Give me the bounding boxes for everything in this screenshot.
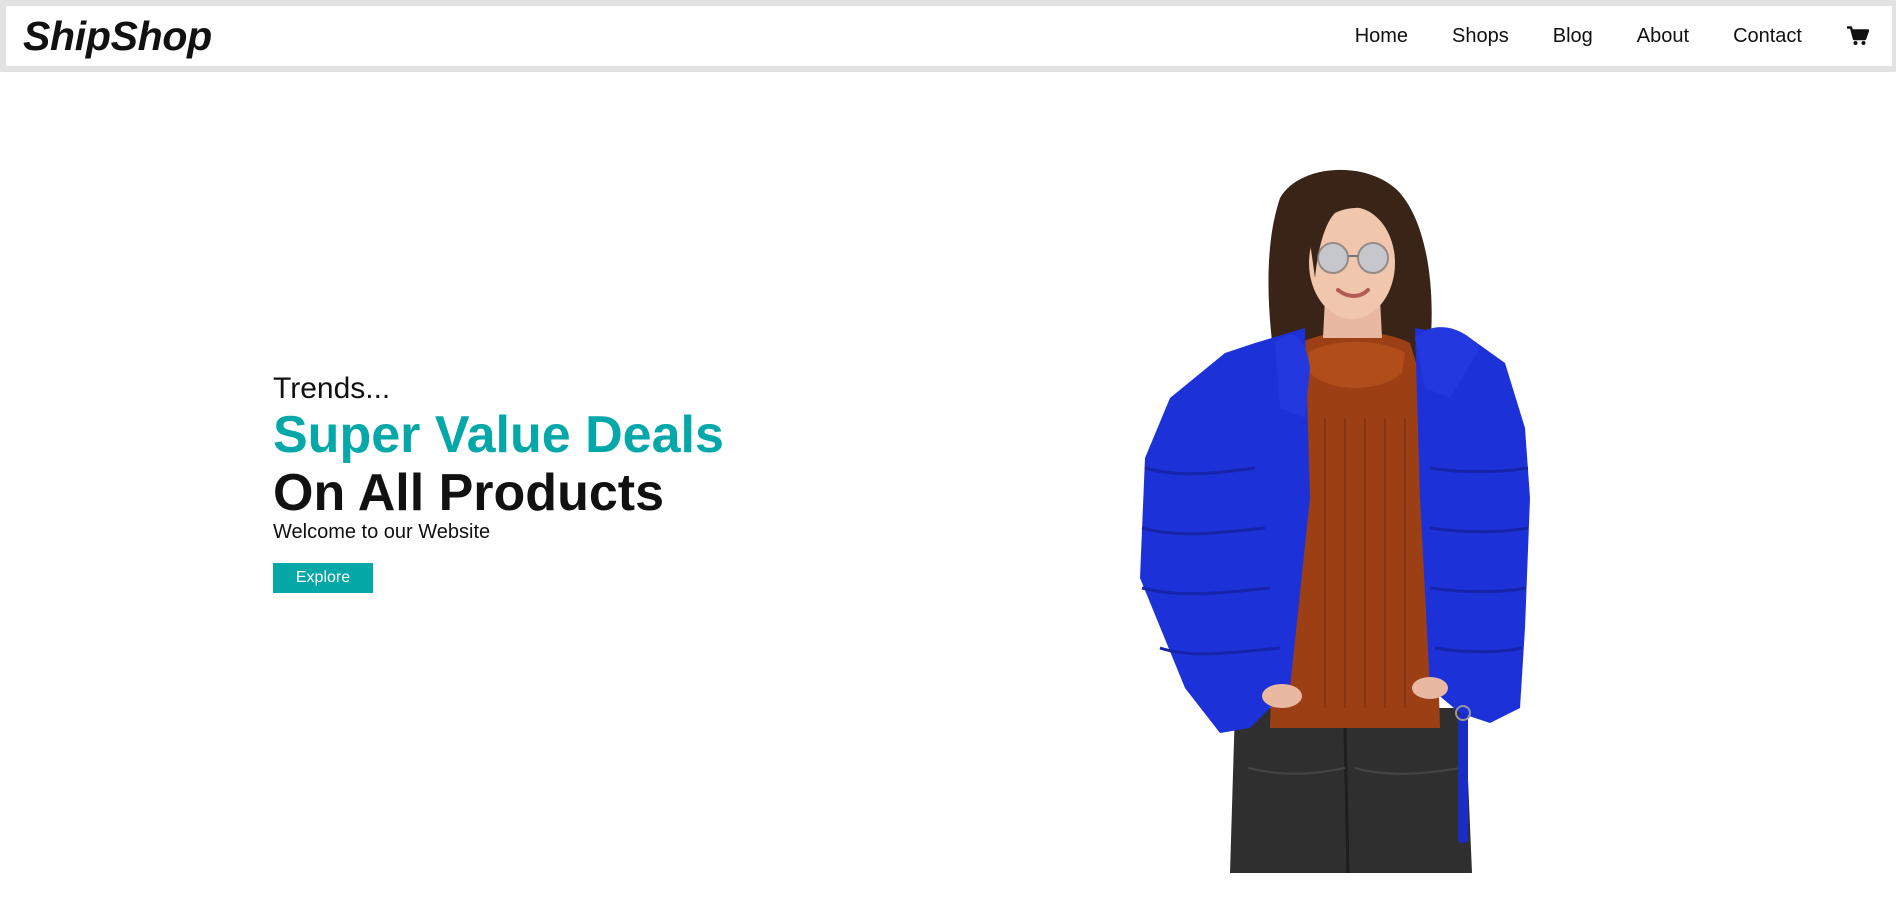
main-nav: Home Shops Blog About Contact — [1355, 6, 1870, 66]
hero-section: Trends... Super Value Deals On All Produ… — [273, 372, 833, 593]
hero-welcome-text: Welcome to our Website — [273, 521, 491, 543]
hero-subheadline: On All Products — [273, 464, 664, 522]
hero-headline: Super Value Deals — [273, 406, 724, 464]
site-header: ShipShop Home Shops Blog About Contact — [6, 6, 1892, 66]
nav-contact-link[interactable]: Contact — [1733, 25, 1802, 48]
hero-tagline: Trends... — [273, 372, 391, 405]
nav-blog-link[interactable]: Blog — [1553, 25, 1593, 48]
header-frame: ShipShop Home Shops Blog About Contact — [0, 0, 1896, 72]
nav-home-link[interactable]: Home — [1355, 25, 1408, 48]
nav-shops-link[interactable]: Shops — [1452, 25, 1509, 48]
shopping-cart-icon[interactable] — [1846, 24, 1870, 48]
hero-model-image — [1130, 168, 1560, 874]
explore-button[interactable]: Explore — [273, 563, 373, 593]
nav-about-link[interactable]: About — [1637, 25, 1689, 48]
site-logo[interactable]: ShipShop — [23, 13, 212, 60]
